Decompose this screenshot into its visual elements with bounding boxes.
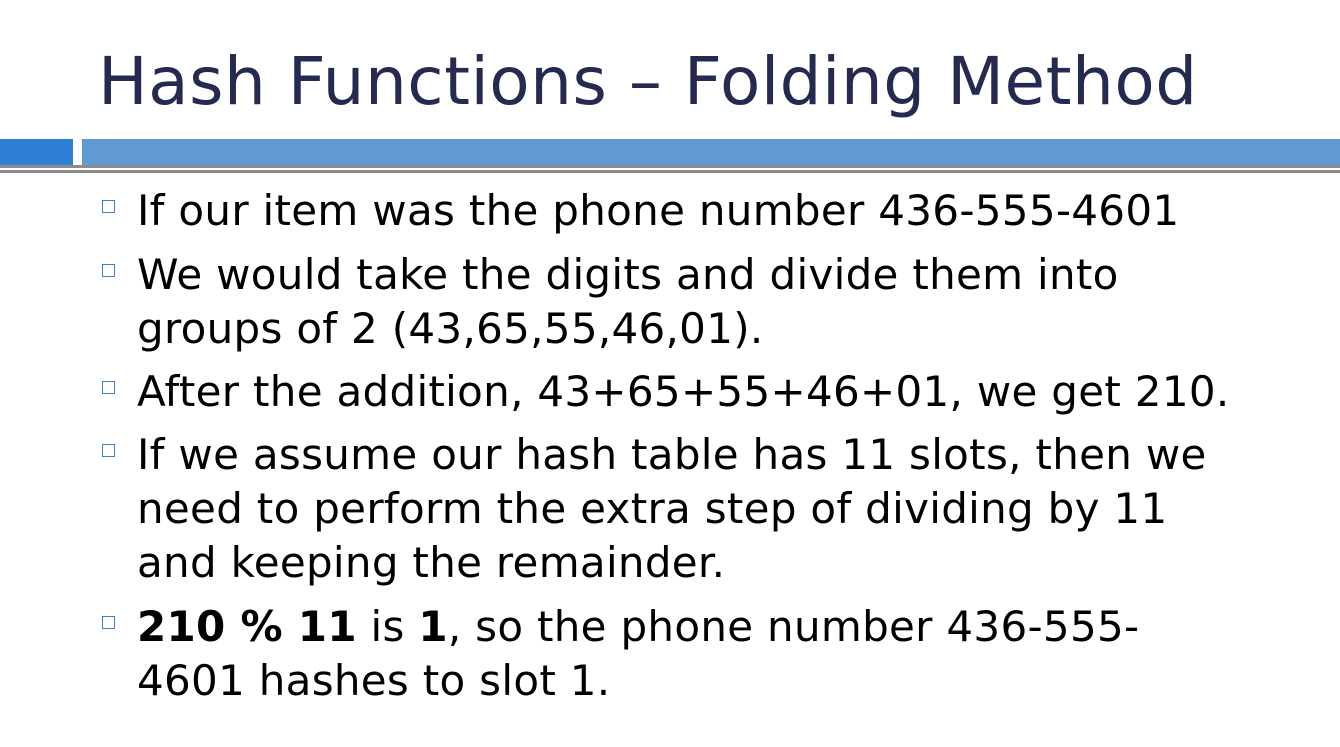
slide: Hash Functions – Folding Method If our i… [0, 0, 1340, 747]
bullet-text-line: If our item was the phone number 436-555… [137, 186, 1180, 235]
bullet-text: If we assume our hash table has 11 slots… [137, 428, 1317, 590]
bullet-text: After the addition, 43+65+55+46+01, we g… [137, 365, 1317, 419]
bullet-bold-result: 1 [418, 602, 448, 651]
accent-bar-right [82, 139, 1340, 165]
bullet-text-line: We would take the digits and divide them… [137, 250, 1119, 299]
square-bullet-icon [102, 616, 115, 629]
accent-bar-left [0, 139, 73, 165]
divider-rule-bottom [0, 170, 1340, 173]
bullet-text-line: After the addition, 43+65+55+46+01, we g… [137, 367, 1230, 416]
square-bullet-icon [102, 381, 115, 394]
bullet-text: 210 % 11 is 1, so the phone number 436-5… [137, 600, 1317, 708]
bullet-text-line: If we assume our hash table has 11 slots… [137, 430, 1207, 479]
bullet-text: If our item was the phone number 436-555… [137, 184, 1317, 238]
bullet-text-fragment: , so the phone number 436-555- [447, 602, 1140, 651]
square-bullet-icon [102, 200, 115, 213]
bullet-text-line: 4601 hashes to slot 1. [137, 656, 611, 705]
bullet-text-fragment: is [356, 602, 419, 651]
bullet-text: We would take the digits and divide them… [137, 248, 1317, 356]
bullet-text-line: groups of 2 (43,65,55,46,01). [137, 304, 764, 353]
bullet-text-line: need to perform the extra step of dividi… [137, 484, 1168, 533]
bullet-text-line: and keeping the remainder. [137, 538, 726, 587]
slide-title: Hash Functions – Folding Method [98, 43, 1198, 120]
bullet-bold-expression: 210 % 11 [137, 602, 357, 651]
divider-rule-top [0, 165, 1340, 168]
square-bullet-icon [102, 444, 115, 457]
square-bullet-icon [102, 264, 115, 277]
